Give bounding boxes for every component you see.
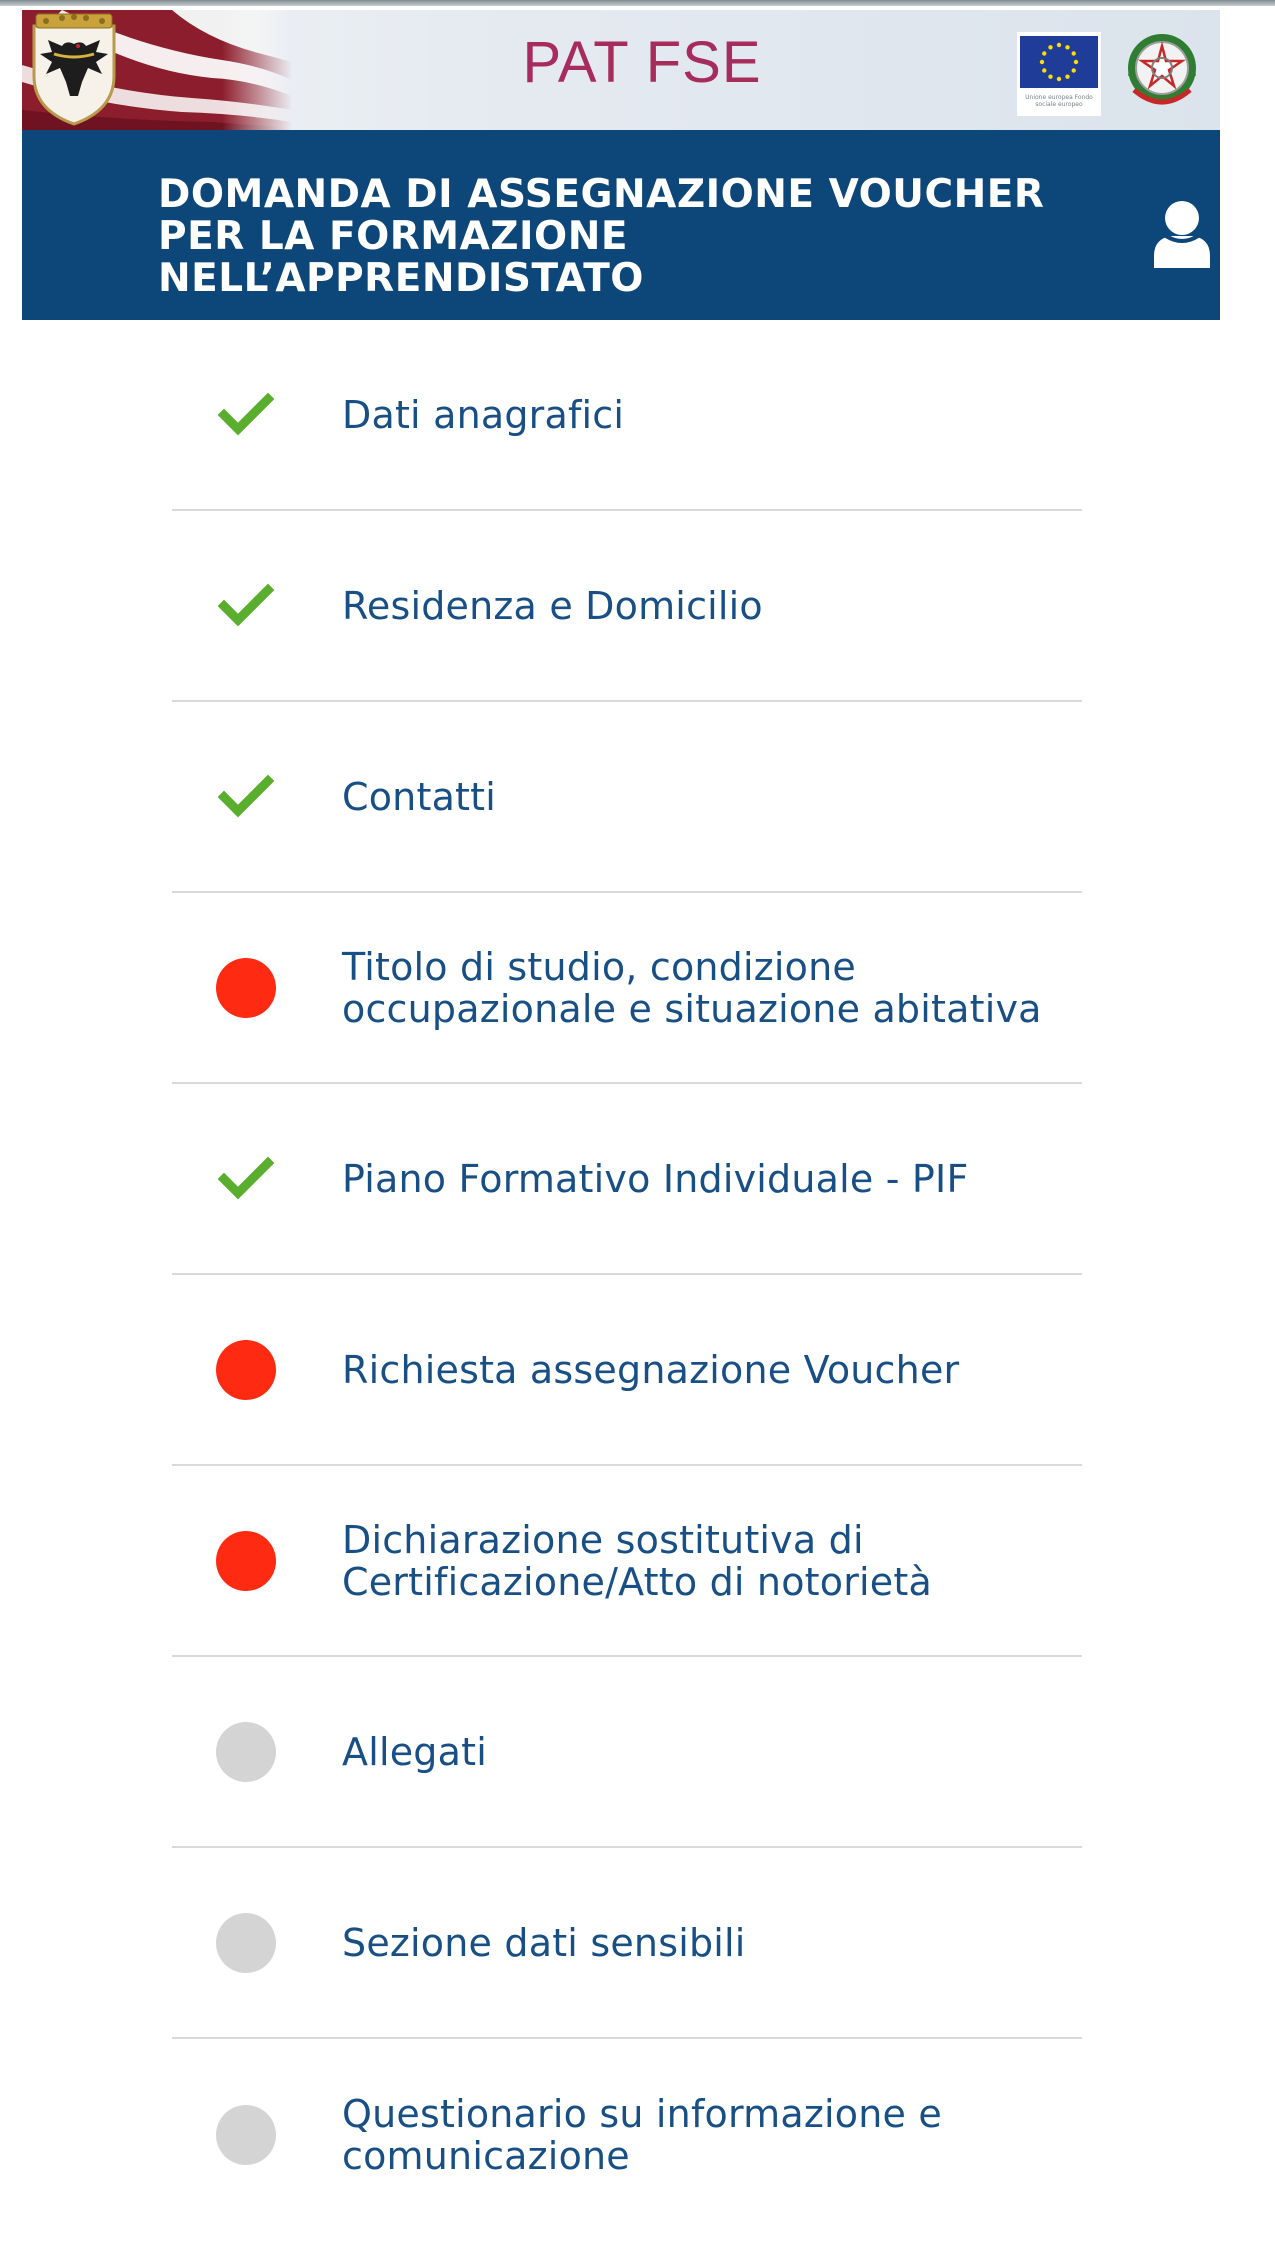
red-dot-icon	[216, 1339, 276, 1400]
step-label: Sezione dati sensibili	[342, 1922, 1082, 1964]
app-container: PAT FSE Unione europea Fondo sociale eur…	[22, 10, 1220, 2248]
header-bar: DOMANDA DI ASSEGNAZIONE VOUCHER PER LA F…	[22, 130, 1220, 320]
step-questionario[interactable]: Questionario su informazione e comunicaz…	[172, 2039, 1082, 2230]
check-icon	[216, 576, 276, 636]
step-piano-formativo[interactable]: Piano Formativo Individuale - PIF	[172, 1084, 1082, 1275]
step-label-line: Dati anagrafici	[342, 392, 625, 437]
check-icon	[216, 1149, 276, 1209]
step-titolo-di-studio[interactable]: Titolo di studio, condizione occupaziona…	[172, 893, 1082, 1084]
italian-republic-emblem-icon	[1128, 34, 1196, 105]
step-label: Richiesta assegnazione Voucher	[342, 1349, 1082, 1391]
step-label-line: Piano Formativo Individuale - PIF	[342, 1156, 969, 1201]
step-residenza-domicilio[interactable]: Residenza e Domicilio	[172, 511, 1082, 702]
user-icon[interactable]	[1152, 198, 1212, 270]
step-label-line: Richiesta assegnazione Voucher	[342, 1347, 960, 1392]
step-label-line: Sezione dati sensibili	[342, 1920, 746, 1965]
steps-list: Dati anagrafici Residenza e Domicilio Co…	[172, 320, 1082, 2230]
step-label: Contatti	[342, 776, 1082, 818]
check-icon	[216, 767, 276, 827]
step-label-line: occupazionale e situazione abitativa	[342, 986, 1042, 1031]
banner: PAT FSE Unione europea Fondo sociale eur…	[22, 10, 1220, 130]
step-label-line: Dichiarazione sostitutiva di	[342, 1517, 864, 1562]
step-label-line: Contatti	[342, 774, 497, 819]
step-label: Residenza e Domicilio	[342, 585, 1082, 627]
step-label-line: comunicazione	[342, 2133, 630, 2178]
window-top-edge	[0, 0, 1275, 6]
step-label-line: Titolo di studio, condizione	[342, 944, 856, 989]
step-label: Piano Formativo Individuale - PIF	[342, 1158, 1082, 1200]
step-label: Questionario su informazione e comunicaz…	[342, 2093, 1082, 2177]
grey-dot-icon	[216, 2104, 276, 2165]
check-icon	[216, 385, 276, 445]
step-richiesta-voucher[interactable]: Richiesta assegnazione Voucher	[172, 1275, 1082, 1466]
step-label: Titolo di studio, condizione occupaziona…	[342, 946, 1082, 1030]
step-dati-anagrafici[interactable]: Dati anagrafici	[172, 320, 1082, 511]
red-dot-icon	[216, 1530, 276, 1591]
step-label: Allegati	[342, 1731, 1082, 1773]
step-label-line: Certificazione/Atto di notorietà	[342, 1559, 932, 1604]
grey-dot-icon	[216, 1912, 276, 1973]
grey-dot-icon	[216, 1721, 276, 1782]
step-dati-sensibili[interactable]: Sezione dati sensibili	[172, 1848, 1082, 2039]
eu-caption: Unione europea Fondo sociale europeo	[1025, 94, 1093, 108]
trentino-flag-logo	[22, 10, 292, 130]
step-label-line: Residenza e Domicilio	[342, 583, 763, 628]
step-dichiarazione-sostitutiva[interactable]: Dichiarazione sostitutiva di Certificazi…	[172, 1466, 1082, 1657]
step-label: Dichiarazione sostitutiva di Certificazi…	[342, 1519, 1082, 1603]
step-label-line: Allegati	[342, 1729, 487, 1774]
page-title: DOMANDA DI ASSEGNAZIONE VOUCHER PER LA F…	[158, 174, 1118, 300]
step-contatti[interactable]: Contatti	[172, 702, 1082, 893]
step-allegati[interactable]: Allegati	[172, 1657, 1082, 1848]
page-title-line: NELL’APPRENDISTATO	[158, 256, 644, 301]
page-title-line: PER LA FORMAZIONE	[158, 214, 628, 259]
red-dot-icon	[216, 957, 276, 1018]
step-label: Dati anagrafici	[342, 394, 1082, 436]
app-title: PAT FSE	[522, 30, 762, 95]
step-label-line: Questionario su informazione e	[342, 2091, 942, 2136]
page-title-line: DOMANDA DI ASSEGNAZIONE VOUCHER	[158, 172, 1045, 217]
